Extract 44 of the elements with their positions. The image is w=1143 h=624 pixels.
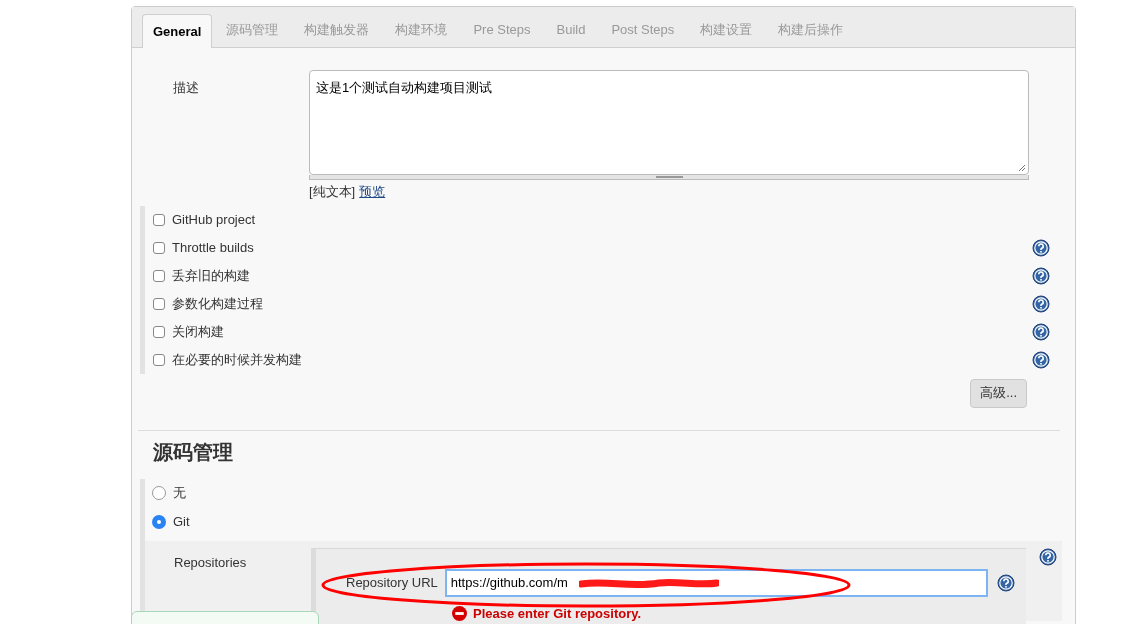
checkbox[interactable] [153, 297, 165, 310]
field-label: Repository URL [346, 573, 438, 592]
option-label: 参数化构建过程 [172, 294, 263, 313]
repository-url-field[interactable]: https://github.com/m [444, 568, 988, 597]
field-label: 描述 [173, 79, 200, 97]
tab[interactable]: 构建后操作 [766, 13, 856, 47]
option-label: 丢弃旧的构建 [172, 266, 250, 285]
advanced-button[interactable]: 高级... [970, 378, 1027, 408]
tab[interactable]: 构建触发器 [292, 13, 382, 47]
tab[interactable]: 构建设置 [688, 13, 765, 47]
tab[interactable]: Pre Steps [461, 13, 543, 47]
field-label: Repositories [174, 553, 248, 572]
preview-link[interactable]: 预览 [359, 182, 386, 202]
help-icon[interactable] [1032, 350, 1050, 369]
resize-grip-icon [1018, 164, 1026, 172]
option-label: GitHub project [172, 210, 256, 229]
radio-button[interactable] [152, 515, 166, 529]
tab[interactable]: 构建环境 [383, 13, 460, 47]
help-icon[interactable] [1032, 266, 1050, 285]
tab[interactable]: General [142, 14, 213, 48]
help-icon[interactable] [1032, 294, 1050, 313]
radio-button[interactable] [152, 486, 166, 500]
description-textarea[interactable]: 这是1个测试自动构建项目测试 [309, 70, 1029, 175]
section-heading: 源码管理 [153, 439, 234, 465]
error-message: Please enter Git repository. [473, 604, 642, 623]
option-label: 在必要的时候并发构建 [172, 350, 302, 369]
checkbox[interactable] [153, 353, 165, 366]
tab[interactable]: Post Steps [599, 13, 687, 47]
help-icon[interactable] [1032, 238, 1050, 257]
checkbox[interactable] [153, 325, 165, 338]
checkbox[interactable] [153, 241, 165, 254]
error-icon [452, 605, 467, 621]
help-icon[interactable] [1032, 322, 1050, 341]
help-icon[interactable] [1039, 547, 1057, 566]
checkbox[interactable] [153, 269, 165, 282]
tab[interactable]: 源码管理 [214, 13, 291, 47]
checkbox[interactable] [153, 213, 165, 226]
tab[interactable]: Build [544, 13, 598, 47]
option-label: Throttle builds [172, 238, 254, 257]
help-icon[interactable] [996, 573, 1015, 592]
radio-label: 无 [173, 484, 186, 503]
format-label: [纯文本] [309, 183, 356, 201]
option-label: 关闭构建 [172, 322, 224, 341]
radio-label: Git [173, 513, 190, 532]
